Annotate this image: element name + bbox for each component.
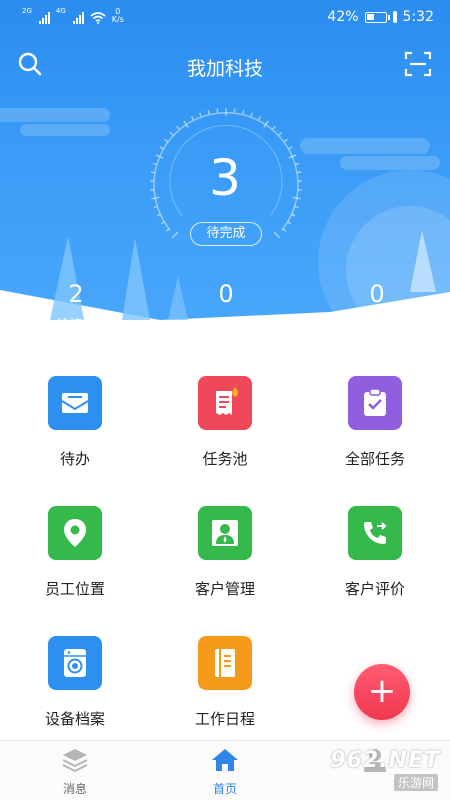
stat-to-accept[interactable]: 2 待接受 bbox=[16, 280, 136, 333]
nav-item-label: 消息 bbox=[62, 782, 87, 796]
menu-item-label: 设备档案 bbox=[44, 710, 105, 728]
gauge-tick bbox=[250, 112, 253, 117]
battery-level bbox=[366, 13, 374, 20]
scan-icon bbox=[404, 51, 432, 77]
gauge-tick bbox=[169, 131, 174, 136]
receipt-fire-icon bbox=[198, 376, 252, 430]
gauge-tick bbox=[164, 138, 169, 143]
gauge-tick bbox=[199, 112, 202, 117]
stat-suspended[interactable]: 0 已挂起 bbox=[166, 280, 286, 333]
watermark-logo: 962.NET 乐游网 bbox=[296, 748, 446, 792]
gauge-tick bbox=[176, 125, 180, 130]
menu-item-staff-location[interactable]: 员工位置 bbox=[0, 506, 150, 626]
stat-value: 0 bbox=[369, 280, 385, 308]
stat-label: 已超时 bbox=[357, 318, 397, 333]
signal-icon bbox=[38, 12, 50, 24]
menu-item-label: 任务池 bbox=[202, 450, 248, 468]
menu-item-equipment-records[interactable]: 设备档案 bbox=[0, 636, 150, 756]
header-panel: 2G 4G 0 K/s 42% 5:32 我加科技 3 待完成 2 待接受 0 … bbox=[0, 0, 450, 342]
menu-item-customer-reviews[interactable]: 客户评价 bbox=[300, 506, 450, 626]
location-pin-icon bbox=[48, 506, 102, 560]
sim2-tag: 4G bbox=[55, 7, 66, 15]
status-bar: 2G 4G 0 K/s 42% 5:32 bbox=[0, 0, 450, 34]
gauge-tick bbox=[283, 138, 288, 143]
mail-icon bbox=[48, 376, 102, 430]
stat-overdue[interactable]: 0 已超时 bbox=[317, 280, 437, 333]
phone-transfer-icon bbox=[348, 506, 402, 560]
menu-item-label: 客户管理 bbox=[194, 580, 255, 598]
menu-item-customer-management[interactable]: 客户管理 bbox=[150, 506, 300, 626]
clock: 5:32 bbox=[402, 9, 434, 25]
stat-label: 已挂起 bbox=[206, 318, 246, 333]
gauge-tick bbox=[190, 115, 194, 121]
signal-icon bbox=[72, 12, 84, 24]
nav-item-messages[interactable]: 消息 bbox=[0, 747, 150, 797]
menu-item-todo[interactable]: 待办 bbox=[0, 376, 150, 496]
gauge-tick bbox=[278, 131, 283, 136]
battery-icon bbox=[364, 11, 390, 23]
menu-item-label: 工作日程 bbox=[194, 710, 255, 728]
gauge-tick bbox=[207, 109, 210, 115]
nav-item-label: 首页 bbox=[212, 782, 237, 796]
stat-value: 2 bbox=[68, 280, 84, 308]
stat-value: 0 bbox=[218, 280, 234, 308]
home-icon bbox=[212, 749, 238, 771]
gauge-tick bbox=[242, 109, 245, 115]
status-divider bbox=[392, 11, 397, 23]
sim1-tag: 2G bbox=[22, 7, 32, 15]
page-title: 我加科技 bbox=[186, 58, 263, 80]
gauge-tick bbox=[273, 231, 281, 239]
menu-item-all-tasks[interactable]: 全部任务 bbox=[300, 376, 450, 496]
scan-button[interactable] bbox=[404, 50, 432, 78]
battery-percent: 42% bbox=[327, 9, 359, 25]
gauge-tick bbox=[171, 231, 179, 239]
pending-label[interactable]: 待完成 bbox=[190, 222, 262, 246]
nav-item-home[interactable]: 首页 bbox=[150, 747, 300, 797]
menu-item-label: 待办 bbox=[59, 450, 90, 468]
wifi-icon bbox=[90, 12, 106, 24]
clipboard-check-icon bbox=[348, 376, 402, 430]
add-button[interactable]: + bbox=[354, 664, 410, 720]
notebook-icon bbox=[198, 636, 252, 690]
person-icon bbox=[198, 506, 252, 560]
watermark-line1: 962.NET bbox=[330, 748, 440, 773]
layers-icon bbox=[62, 749, 88, 773]
washing-machine-icon bbox=[48, 636, 102, 690]
watermark-line2: 乐游网 bbox=[393, 774, 438, 791]
menu-item-label: 客户评价 bbox=[344, 580, 405, 598]
menu-item-work-schedule[interactable]: 工作日程 bbox=[150, 636, 300, 756]
net-speed: 0 K/s bbox=[111, 7, 124, 24]
gauge-tick bbox=[272, 125, 276, 130]
menu-item-task-pool[interactable]: 任务池 bbox=[150, 376, 300, 496]
menu-item-label: 员工位置 bbox=[44, 580, 105, 598]
stat-label: 待接受 bbox=[56, 318, 96, 333]
pending-count: 3 bbox=[209, 149, 241, 207]
gauge-tick bbox=[258, 115, 262, 121]
menu-item-label: 全部任务 bbox=[344, 450, 405, 468]
